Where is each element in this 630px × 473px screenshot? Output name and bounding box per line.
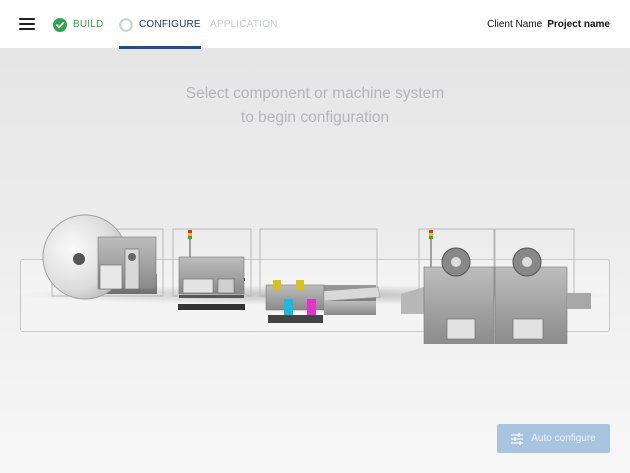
configuration-canvas: Select component or machine system to be…	[0, 49, 630, 473]
step-application-label: APPLICATION	[210, 19, 278, 30]
auto-configure-label: Auto configure	[531, 433, 596, 444]
web-guide-module[interactable]	[172, 228, 252, 310]
unwinder-module[interactable]	[42, 214, 164, 300]
step-build[interactable]: BUILD	[53, 0, 103, 49]
radio-circle-icon	[119, 17, 133, 32]
print-station-module[interactable]	[259, 228, 381, 323]
step-configure[interactable]: CONFIGURE	[119, 0, 201, 49]
step-application[interactable]: APPLICATION	[210, 0, 278, 49]
machine-line-illustration	[15, 214, 615, 344]
tune-sliders-icon	[511, 432, 524, 445]
client-project-info: Client Name Project name	[487, 0, 610, 49]
step-build-label: BUILD	[73, 19, 104, 30]
instruction-line-1: Select component or machine system	[185, 85, 445, 102]
instruction-text: Select component or machine system to be…	[0, 82, 630, 130]
client-name: Client Name	[487, 19, 543, 30]
step-configure-label: CONFIGURE	[139, 19, 201, 30]
project-name: Project name	[547, 19, 610, 30]
rewinder-module[interactable]	[494, 228, 591, 344]
hamburger-menu-icon[interactable]	[19, 16, 35, 32]
top-navigation-bar: BUILD CONFIGURE APPLICATION Client Name …	[0, 0, 630, 49]
auto-configure-button[interactable]: Auto configure	[497, 424, 610, 453]
check-circle-icon	[53, 17, 67, 32]
instruction-line-2: to begin configuration	[240, 109, 390, 126]
